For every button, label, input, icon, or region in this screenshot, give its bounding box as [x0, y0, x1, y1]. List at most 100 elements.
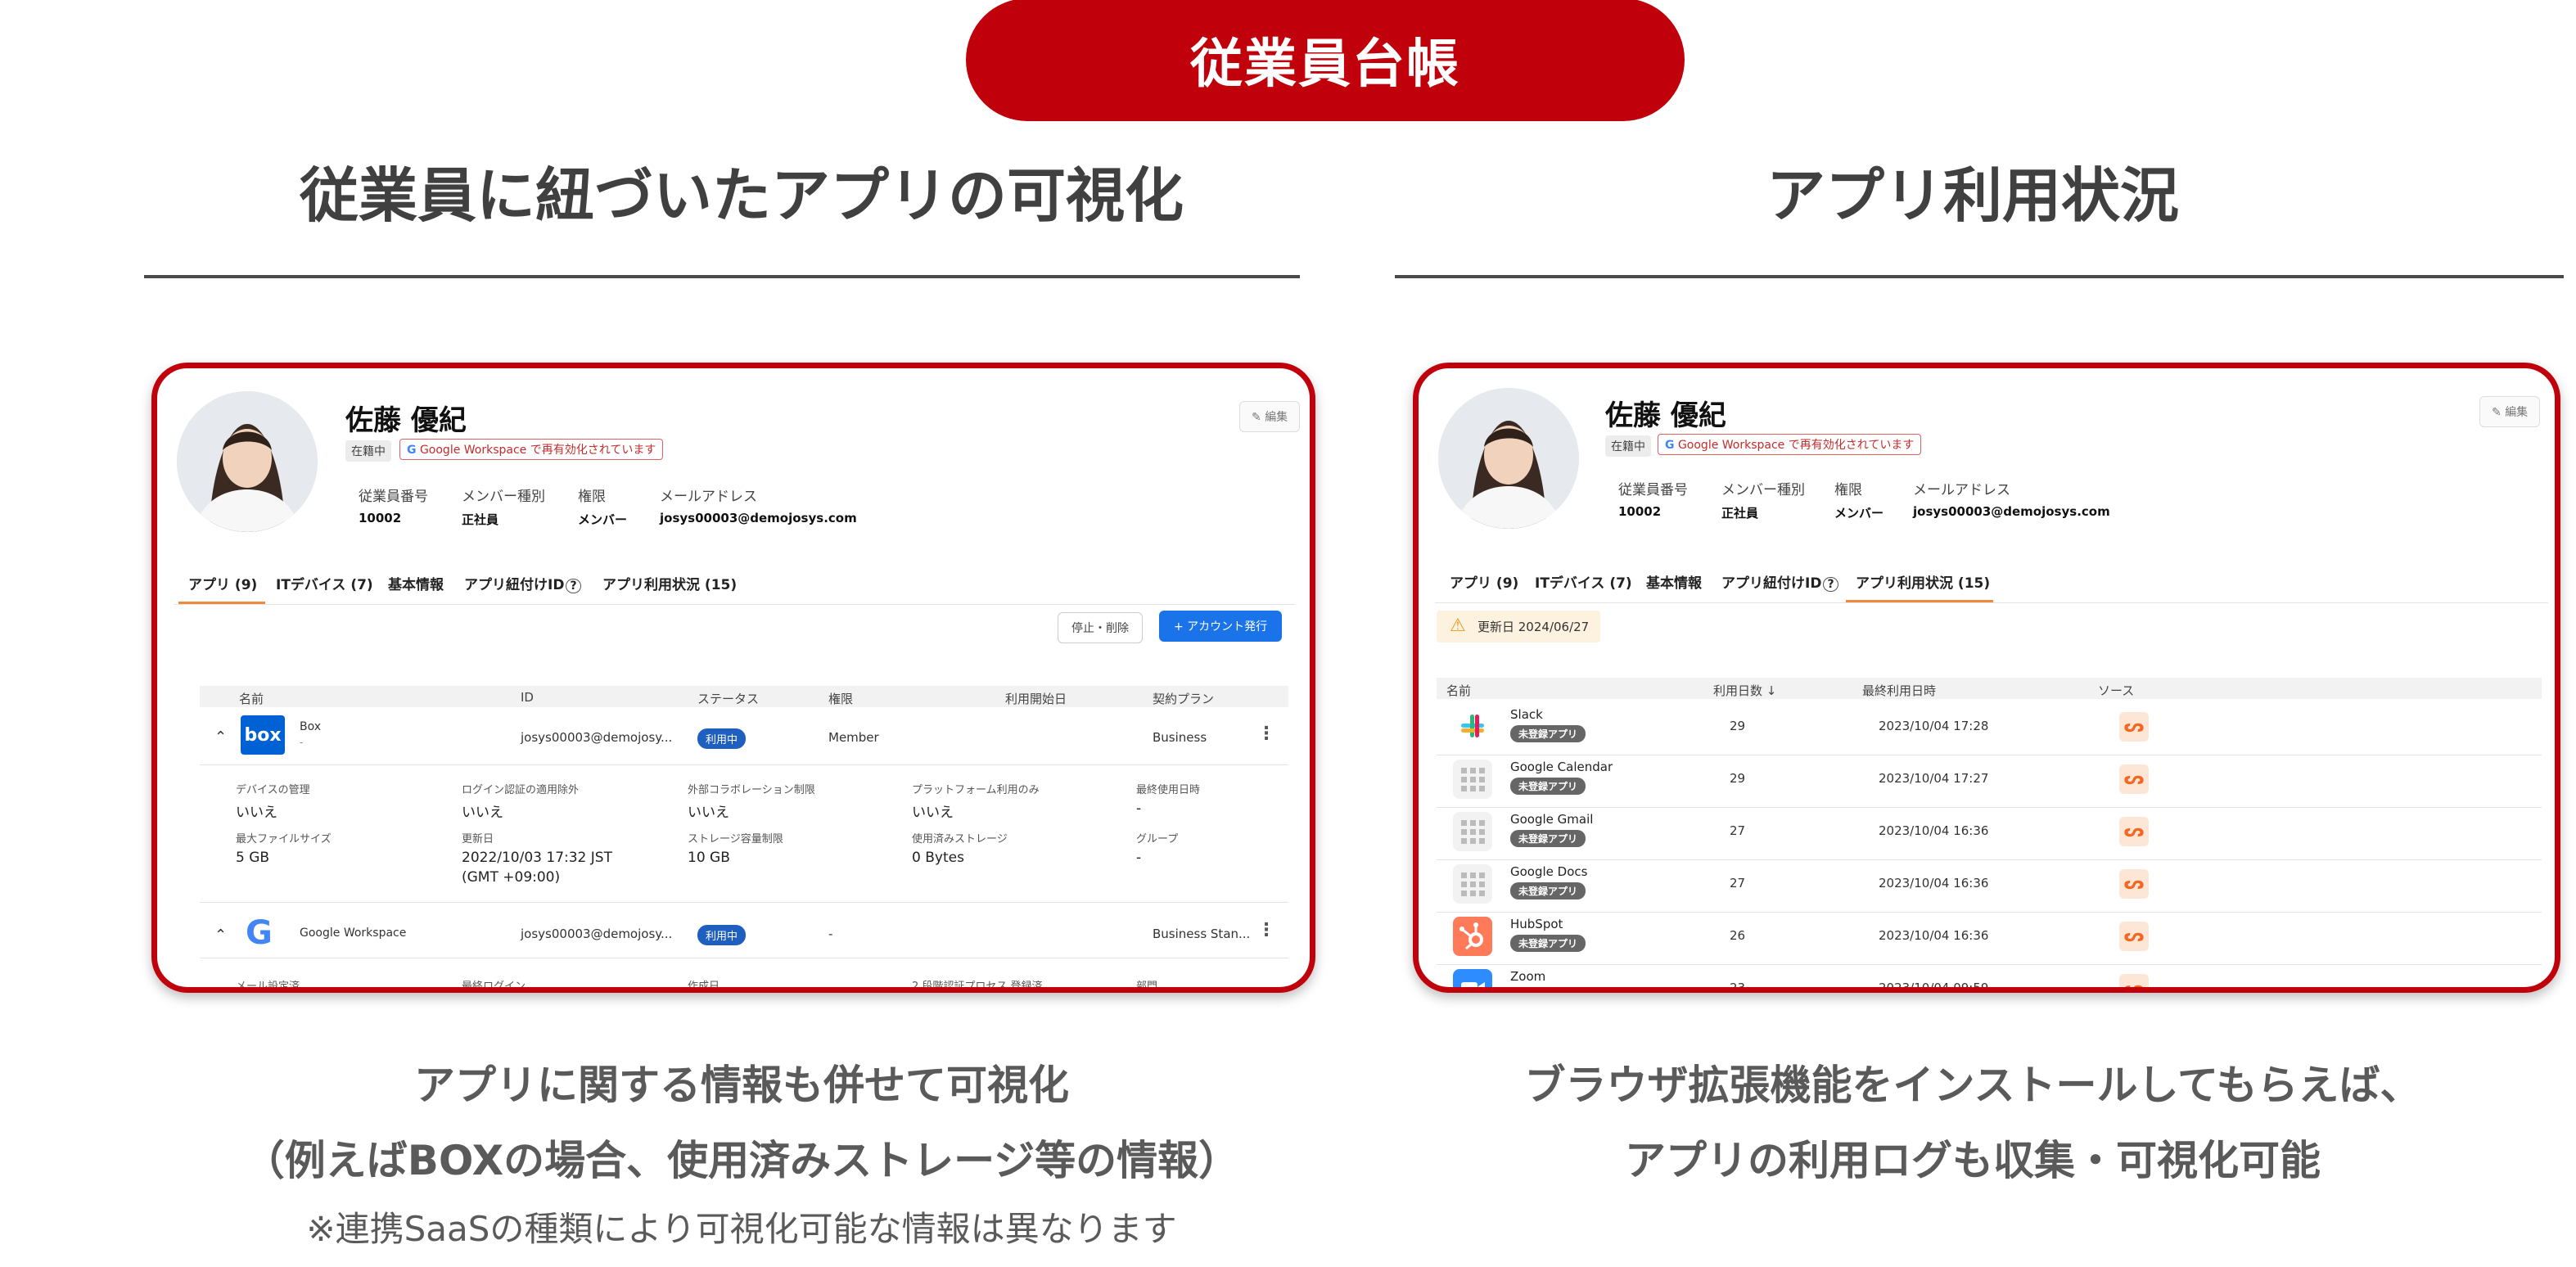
field-label-permission: 権限 [578, 489, 606, 505]
unregistered-badge: 未登録アプリ [1510, 882, 1586, 900]
employee-apps-screenshot: 佐藤 優紀 在籍中 G Google Workspace で再有効化されています… [151, 363, 1315, 993]
last-used: 2023/10/04 16:36 [1879, 928, 1989, 943]
row-divider [200, 902, 1288, 903]
app-name[interactable]: Google Calendar [1510, 760, 1613, 774]
header-pill: 従業員台帳 [966, 0, 1685, 121]
member-type: 正社員 [1721, 506, 1759, 521]
tab-apps[interactable]: アプリ (9) [188, 573, 257, 593]
field-label-member-type: メンバー種別 [1721, 482, 1805, 498]
zoom-icon [1453, 969, 1492, 987]
left-divider [144, 275, 1300, 278]
unregistered-badge: 未登録アプリ [1510, 830, 1586, 847]
detail-label: 作成日 [688, 981, 720, 993]
edit-button[interactable]: ✎ 編集 [1239, 401, 1301, 432]
source-icon: ᔕ [2119, 974, 2149, 987]
app-name[interactable]: Slack [1510, 707, 1543, 722]
last-used: 2023/10/04 16:36 [1879, 823, 1989, 838]
app-placeholder-icon [1453, 760, 1492, 799]
field-label-employee-number: 従業員番号 [1618, 482, 1688, 498]
col-source: ソース [2098, 683, 2135, 698]
row-divider [200, 764, 1288, 765]
permission: メンバー [1834, 506, 1884, 521]
app-id: josys00003@demojosy... [521, 730, 673, 745]
app-name-box[interactable]: Box [300, 720, 321, 733]
col-name: 名前 [1446, 683, 1472, 698]
slack-icon [1453, 707, 1492, 746]
tab-basic-info[interactable]: 基本情報 [1646, 571, 1702, 592]
unregistered-badge: 未登録アプリ [1510, 725, 1586, 742]
google-g-icon: G [1665, 439, 1675, 452]
usage-table-header [1437, 678, 2542, 699]
row-divider [1437, 859, 2542, 860]
col-role: 権限 [828, 692, 854, 706]
detail-label: ログイン認証の適用除外 [462, 784, 580, 796]
gw-reactivated-badge: G Google Workspace で再有効化されています [1658, 434, 1922, 455]
source-icon: ᔕ [2119, 869, 2149, 899]
issue-account-button[interactable]: + アカウント発行 [1159, 611, 1283, 642]
app-usage-screenshot: 佐藤 優紀 在籍中 G Google Workspace で再有効化されています… [1413, 363, 2560, 993]
more-icon[interactable]: ⋮ [1257, 724, 1275, 744]
tab-app-link-id[interactable]: アプリ紐付けID? [1721, 571, 1838, 592]
tab-it-devices[interactable]: ITデバイス (7) [276, 573, 373, 593]
left-caption-line2: （例えばBOXの場合、使用済みストレージ等の情報） [243, 1137, 1240, 1184]
col-last-used: 最終利用日時 [1862, 683, 1937, 698]
email: josys00003@demojosys.com [1913, 504, 2110, 519]
usage-days: 23 [1730, 981, 1746, 993]
google-g-icon: G [407, 444, 417, 457]
app-name[interactable]: Google Gmail [1510, 812, 1593, 827]
detail-value-tz: (GMT +09:00) [462, 869, 561, 886]
detail-value: いいえ [236, 805, 277, 821]
last-used: 2023/10/04 16:36 [1879, 876, 1989, 891]
more-icon[interactable]: ⋮ [1257, 920, 1275, 940]
edit-button[interactable]: ✎ 編集 [2479, 396, 2541, 427]
stop-delete-button[interactable]: 停止・削除 [1058, 612, 1143, 643]
app-name[interactable]: Google Docs [1510, 864, 1587, 879]
app-role: Member [828, 730, 879, 745]
app-plan: Business Stan... [1153, 927, 1251, 941]
collapse-chevron[interactable]: ⌃ [214, 927, 227, 944]
detail-value: いいえ [912, 805, 954, 821]
tab-basic-info[interactable]: 基本情報 [388, 573, 444, 593]
app-name-google-workspace[interactable]: Google Workspace [300, 927, 406, 940]
field-label-permission: 権限 [1834, 482, 1862, 498]
field-label-member-type: メンバー種別 [462, 489, 545, 505]
row-divider [1437, 807, 2542, 808]
field-label-email: メールアドレス [1913, 482, 2010, 498]
avatar [1438, 388, 1579, 529]
app-name[interactable]: HubSpot [1510, 917, 1563, 931]
app-role: - [828, 927, 833, 941]
app-name[interactable]: Zoom [1510, 969, 1545, 984]
tab-app-usage[interactable]: アプリ利用状況 (15) [1856, 571, 1990, 592]
tab-it-devices[interactable]: ITデバイス (7) [1535, 571, 1632, 592]
usage-days: 27 [1730, 876, 1746, 891]
employee-name: 佐藤 優紀 [1605, 399, 1726, 432]
last-used: 2023/10/04 17:28 [1879, 719, 1989, 733]
tab-app-usage[interactable]: アプリ利用状況 (15) [602, 573, 737, 593]
left-note: ※連携SaaSの種類により可視化可能な情報は異なります [306, 1209, 1177, 1249]
last-used: 2023/10/04 09:59 [1879, 981, 1989, 993]
avatar [177, 391, 318, 532]
tab-divider [1435, 602, 2548, 603]
app-id: josys00003@demojosy... [521, 927, 673, 941]
app-placeholder-icon [1453, 812, 1492, 851]
employee-name: 佐藤 優紀 [345, 404, 467, 437]
detail-label: 最終使用日時 [1136, 784, 1201, 796]
detail-label: プラットフォーム利用のみ [912, 784, 1040, 796]
right-caption-line1: ブラウザ拡張機能をインストールしてもらえば、 [1524, 1062, 2421, 1109]
help-icon: ? [1823, 577, 1838, 592]
collapse-chevron[interactable]: ⌃ [214, 728, 227, 746]
app-plan: Business [1153, 730, 1207, 745]
employee-number: 10002 [1618, 504, 1662, 519]
detail-label: 最終ログイン [462, 981, 526, 993]
left-section-title: 従業員に紐づいたアプリの可視化 [299, 161, 1184, 230]
employee-number: 10002 [359, 511, 402, 525]
status-badge: 在籍中 [1605, 435, 1651, 457]
detail-label: メール設定済 [236, 981, 300, 993]
detail-label: 更新日 [462, 833, 494, 845]
tab-app-link-id[interactable]: アプリ紐付けID? [464, 573, 581, 593]
detail-label: ストレージ容量制限 [688, 833, 783, 845]
col-usage-days[interactable]: 利用日数 ↓ [1713, 682, 1776, 699]
unregistered-badge: 未登録アプリ [1510, 935, 1586, 952]
tab-apps[interactable]: アプリ (9) [1450, 571, 1518, 592]
app-sub: - [300, 737, 304, 748]
